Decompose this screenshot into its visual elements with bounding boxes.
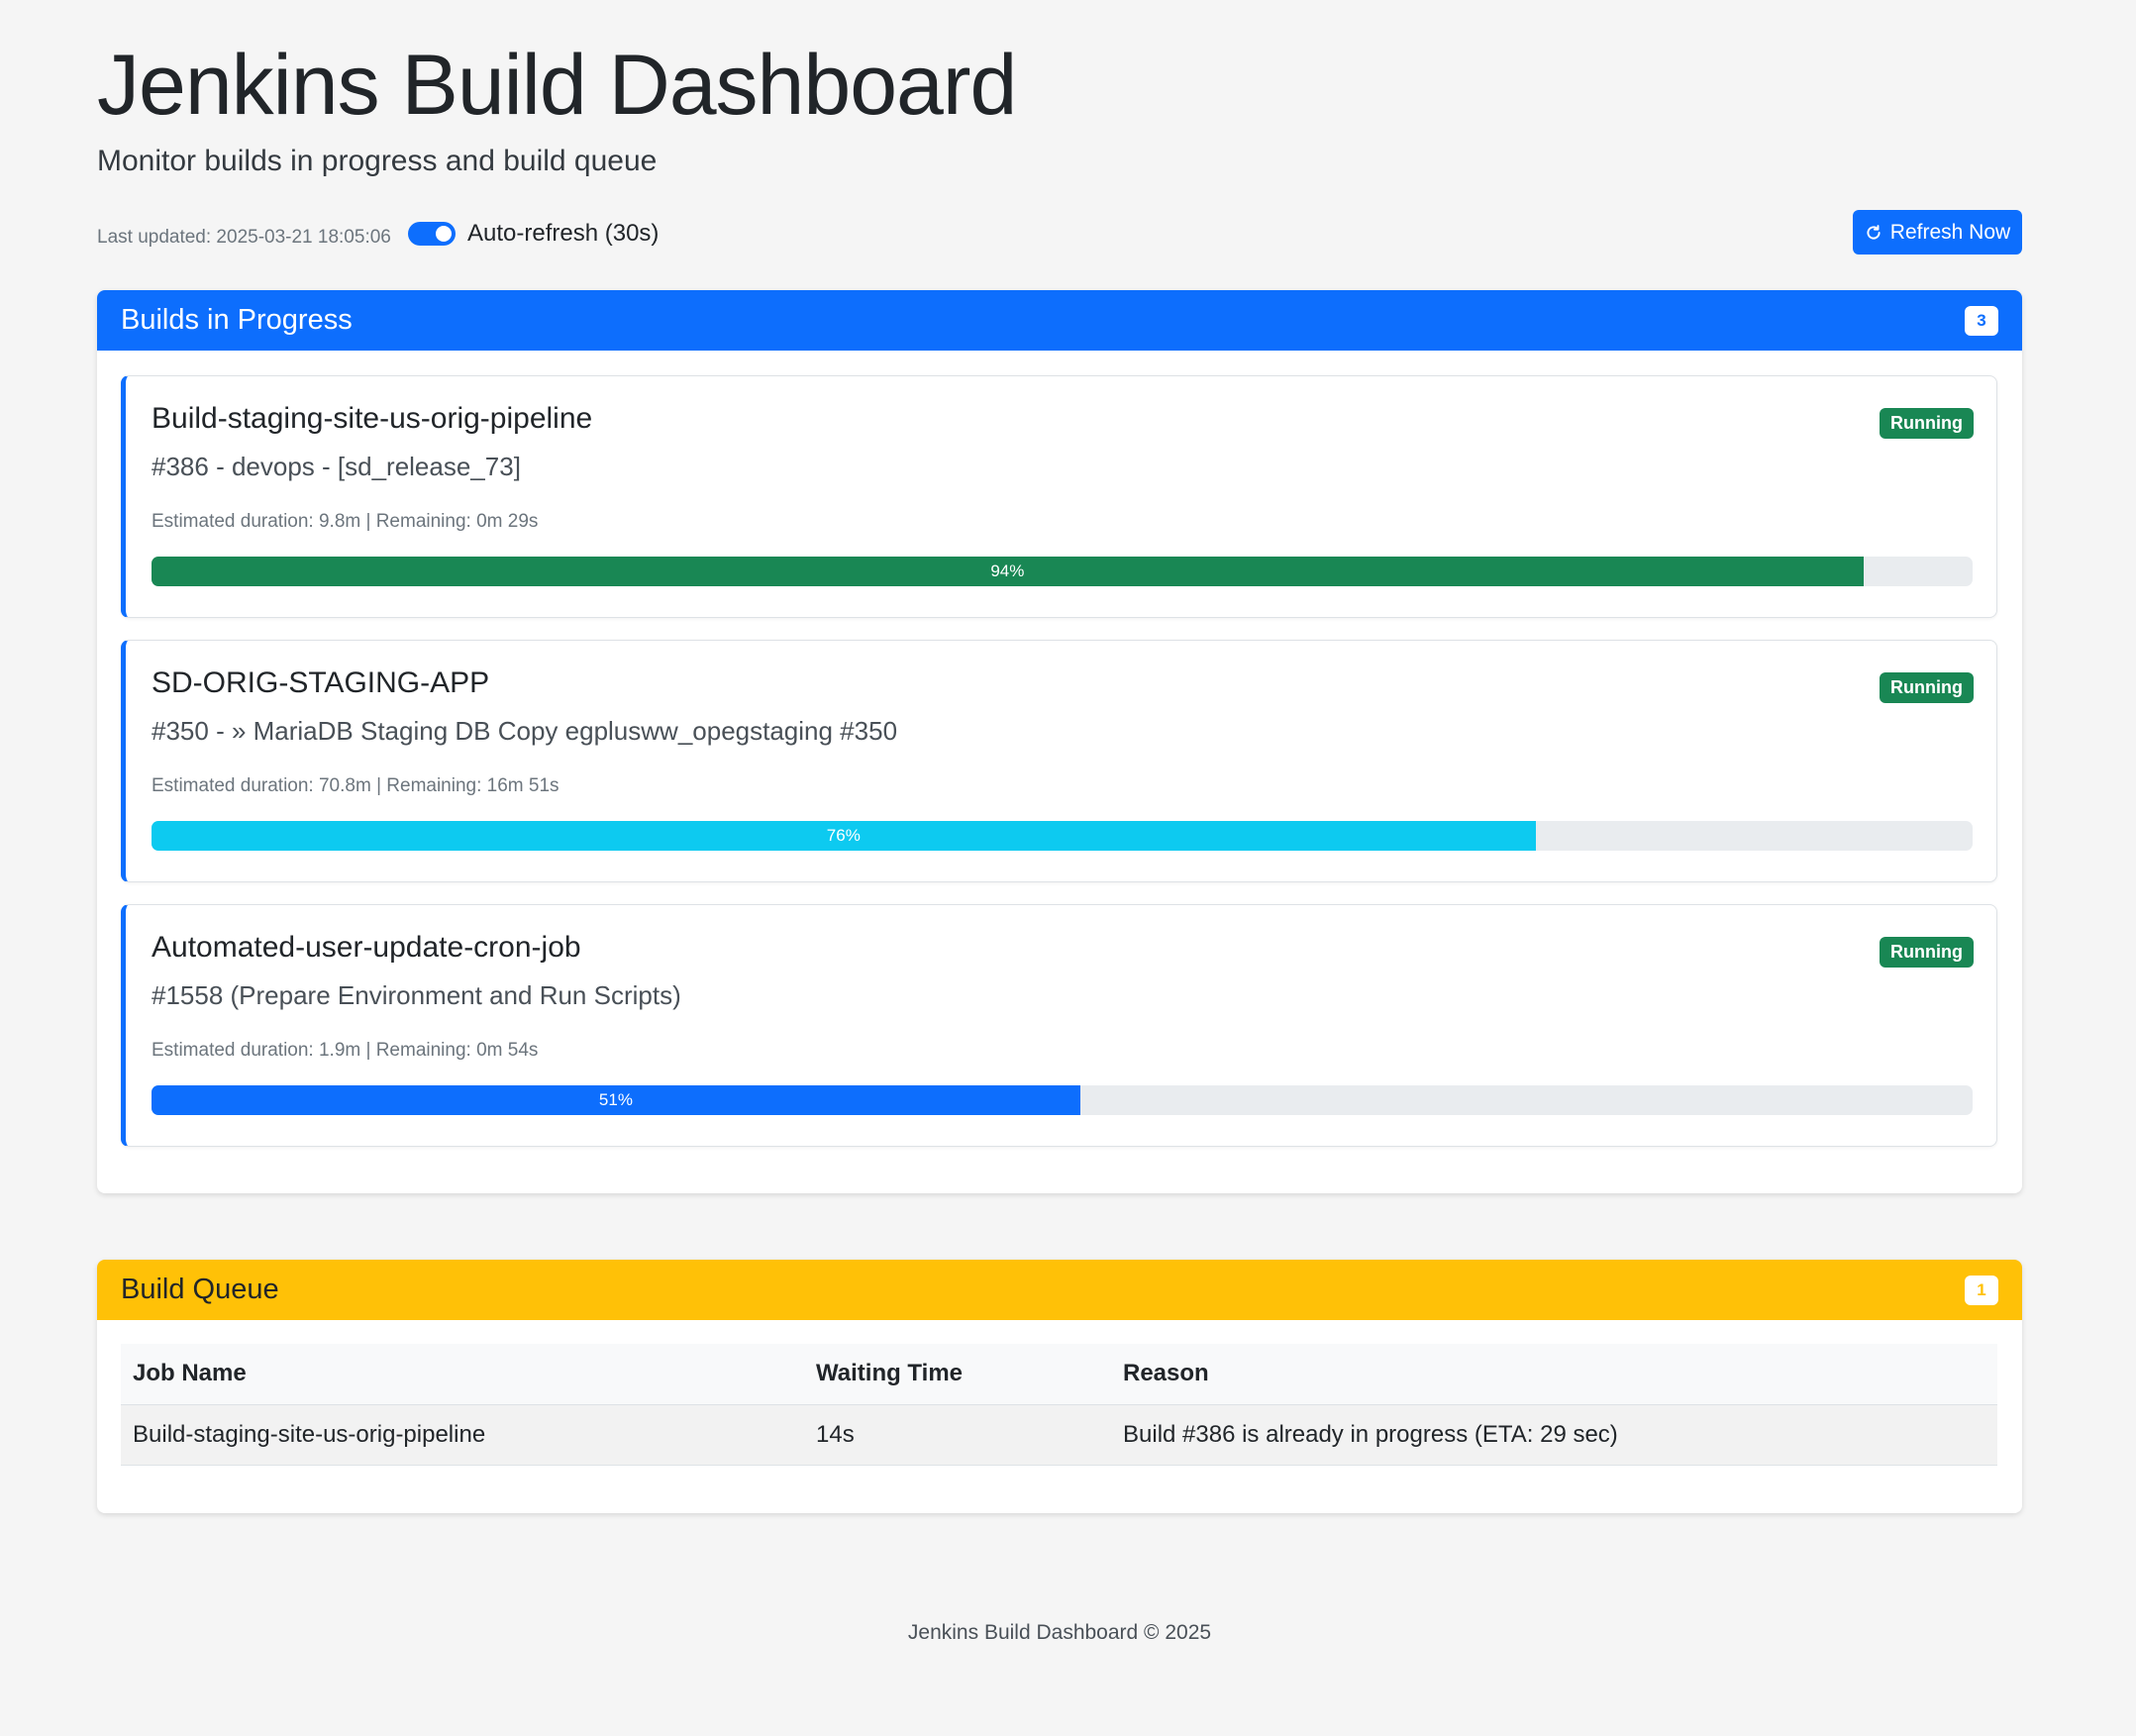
- refresh-icon: [1867, 224, 1881, 239]
- refresh-now-button[interactable]: Refresh Now: [1853, 210, 2022, 255]
- progress-bar: 51%: [152, 1085, 1973, 1115]
- page-subtitle: Monitor builds in progress and build que…: [97, 145, 658, 177]
- build-card: Build-staging-site-us-orig-pipeline Runn…: [121, 375, 1997, 618]
- build-name: Build-staging-site-us-orig-pipeline: [152, 402, 593, 435]
- builds-in-progress-header: Builds in Progress 3: [97, 290, 2022, 351]
- column-header-job-name: Job Name: [121, 1344, 804, 1405]
- refresh-now-label: Refresh Now: [1889, 220, 2011, 244]
- progress-bar: 76%: [152, 821, 1973, 851]
- build-meta: Estimated duration: 1.9m | Remaining: 0m…: [152, 1040, 539, 1061]
- builds-in-progress-title: Builds in Progress: [121, 304, 353, 336]
- build-name: SD-ORIG-STAGING-APP: [152, 666, 490, 699]
- queue-job-name: Build-staging-site-us-orig-pipeline: [121, 1404, 804, 1466]
- build-card: SD-ORIG-STAGING-APP Running #350 - » Mar…: [121, 640, 1997, 882]
- auto-refresh-toggle[interactable]: [408, 222, 456, 246]
- column-header-waiting-time: Waiting Time: [804, 1344, 1111, 1405]
- auto-refresh-label[interactable]: Auto-refresh (30s): [467, 220, 659, 248]
- build-name: Automated-user-update-cron-job: [152, 931, 581, 964]
- builds-in-progress-panel: Builds in Progress 3 Build-staging-site-…: [97, 290, 2022, 1193]
- progress-bar: 94%: [152, 557, 1973, 586]
- build-info: #350 - » MariaDB Staging DB Copy egplusw…: [152, 716, 898, 746]
- progress-fill: 51%: [152, 1085, 1080, 1115]
- build-info: #386 - devops - [sd_release_73]: [152, 452, 521, 481]
- build-meta: Estimated duration: 9.8m | Remaining: 0m…: [152, 511, 539, 532]
- build-info: #1558 (Prepare Environment and Run Scrip…: [152, 980, 681, 1010]
- build-queue-panel: Build Queue 1 Job Name Waiting Time Reas…: [97, 1260, 2022, 1513]
- build-card: Automated-user-update-cron-job Running #…: [121, 904, 1997, 1147]
- column-header-reason: Reason: [1111, 1344, 1997, 1405]
- table-row[interactable]: Build-staging-site-us-orig-pipeline 14s …: [121, 1404, 1997, 1466]
- build-queue-header: Build Queue 1: [97, 1260, 2022, 1320]
- queue-waiting-time: 14s: [804, 1404, 1111, 1466]
- queue-count-badge: 1: [1965, 1275, 1998, 1305]
- build-queue-title: Build Queue: [121, 1274, 279, 1305]
- page-title: Jenkins Build Dashboard: [97, 38, 1017, 133]
- queue-reason: Build #386 is already in progress (ETA: …: [1111, 1404, 1997, 1466]
- status-badge: Running: [1880, 672, 1974, 703]
- build-meta: Estimated duration: 70.8m | Remaining: 1…: [152, 775, 559, 796]
- last-updated-text: Last updated: 2025-03-21 18:05:06: [97, 227, 391, 248]
- table-header-row: Job Name Waiting Time Reason: [121, 1344, 1997, 1405]
- footer: Jenkins Build Dashboard © 2025: [907, 1621, 1212, 1644]
- progress-fill: 94%: [152, 557, 1864, 586]
- status-badge: Running: [1880, 408, 1974, 439]
- build-queue-table: Job Name Waiting Time Reason Build-stagi…: [121, 1344, 1997, 1466]
- progress-fill: 76%: [152, 821, 1536, 851]
- status-badge: Running: [1880, 937, 1974, 968]
- builds-count-badge: 3: [1965, 305, 1998, 336]
- toolbar: Last updated: 2025-03-21 18:05:06 Auto-r…: [97, 210, 2022, 255]
- toggle-knob: [436, 226, 452, 242]
